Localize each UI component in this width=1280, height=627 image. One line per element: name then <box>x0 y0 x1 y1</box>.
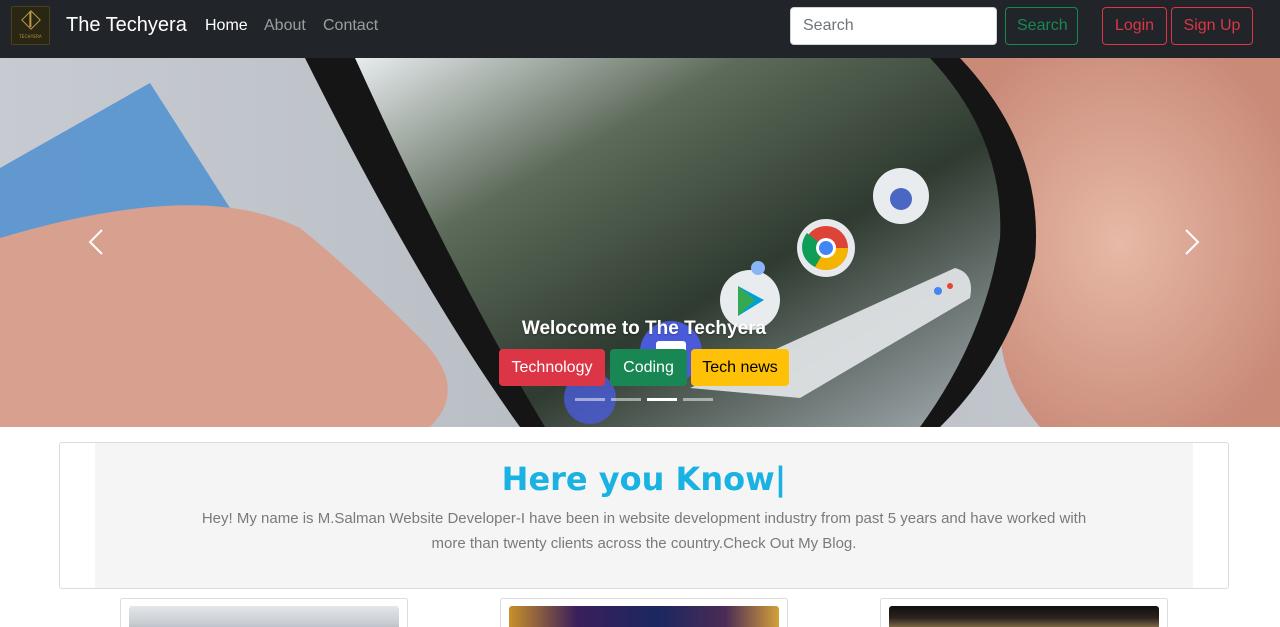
carousel-indicator-active[interactable] <box>647 398 677 401</box>
blog-card-image <box>889 606 1159 627</box>
chevron-left-icon[interactable] <box>84 228 108 256</box>
carousel-caption: Welocome to The Techyera <box>521 318 767 339</box>
tag-tech-news-button[interactable]: Tech news <box>691 349 789 386</box>
blog-card-image <box>509 606 779 627</box>
search-button[interactable]: Search <box>1005 7 1078 45</box>
tag-technology-button[interactable]: Technology <box>499 349 605 386</box>
blog-card-image <box>129 606 399 627</box>
blog-card[interactable] <box>880 598 1168 627</box>
carousel-indicator[interactable] <box>683 398 713 401</box>
nav-home[interactable]: Home <box>205 17 248 35</box>
nav-contact[interactable]: Contact <box>323 17 378 35</box>
signup-button[interactable]: Sign Up <box>1171 7 1253 45</box>
blog-card[interactable] <box>500 598 788 627</box>
navbar: TECHYERA The Techyera Home About Contact… <box>0 0 1280 58</box>
brand-logo[interactable]: TECHYERA <box>11 6 50 45</box>
intro-text: Hey! My name is M.Salman Website Develop… <box>201 510 1087 552</box>
blog-card[interactable] <box>120 598 408 627</box>
chevron-right-icon[interactable] <box>1180 228 1204 256</box>
search-input[interactable] <box>790 7 997 45</box>
intro-heading: Here you Know| <box>501 460 787 498</box>
tag-coding-button[interactable]: Coding <box>610 349 687 386</box>
logo-text: TECHYERA <box>19 34 42 39</box>
hero-carousel: Welocome to The Techyera Technology Codi… <box>0 58 1280 427</box>
logo-gem-icon <box>21 10 41 30</box>
carousel-indicator[interactable] <box>611 398 641 401</box>
brand-name[interactable]: The Techyera <box>66 14 187 37</box>
carousel-indicator[interactable] <box>575 398 605 401</box>
nav-about[interactable]: About <box>264 17 306 35</box>
login-button[interactable]: Login <box>1102 7 1167 45</box>
